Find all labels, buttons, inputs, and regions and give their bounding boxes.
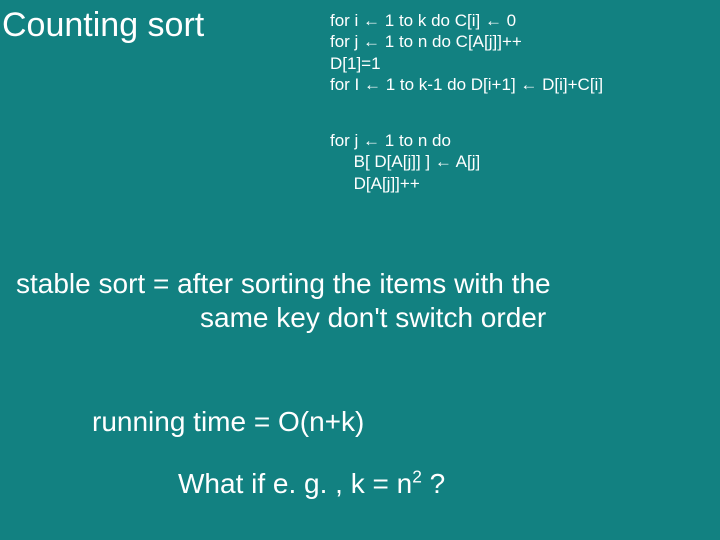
what-if-exponent: 2 xyxy=(412,467,422,487)
running-time: running time = O(n+k) xyxy=(92,406,364,438)
what-if-pre: What if e. g. , k = n xyxy=(178,468,412,499)
stable-sort-line-2: same key don't switch order xyxy=(200,302,546,334)
pseudocode-block-1: for i ← 1 to k do C[i] ← 0 for j ← 1 to … xyxy=(330,10,603,95)
slide-title: Counting sort xyxy=(2,6,204,45)
slide-root: Counting sort for i ← 1 to k do C[i] ← 0… xyxy=(0,0,720,540)
what-if-question: What if e. g. , k = n2 ? xyxy=(178,468,445,500)
stable-sort-line-1: stable sort = after sorting the items wi… xyxy=(16,268,551,300)
what-if-post: ? xyxy=(422,468,445,499)
pseudocode-block-2: for j ← 1 to n do B[ D[A[j]] ] ← A[j] D[… xyxy=(330,130,480,194)
